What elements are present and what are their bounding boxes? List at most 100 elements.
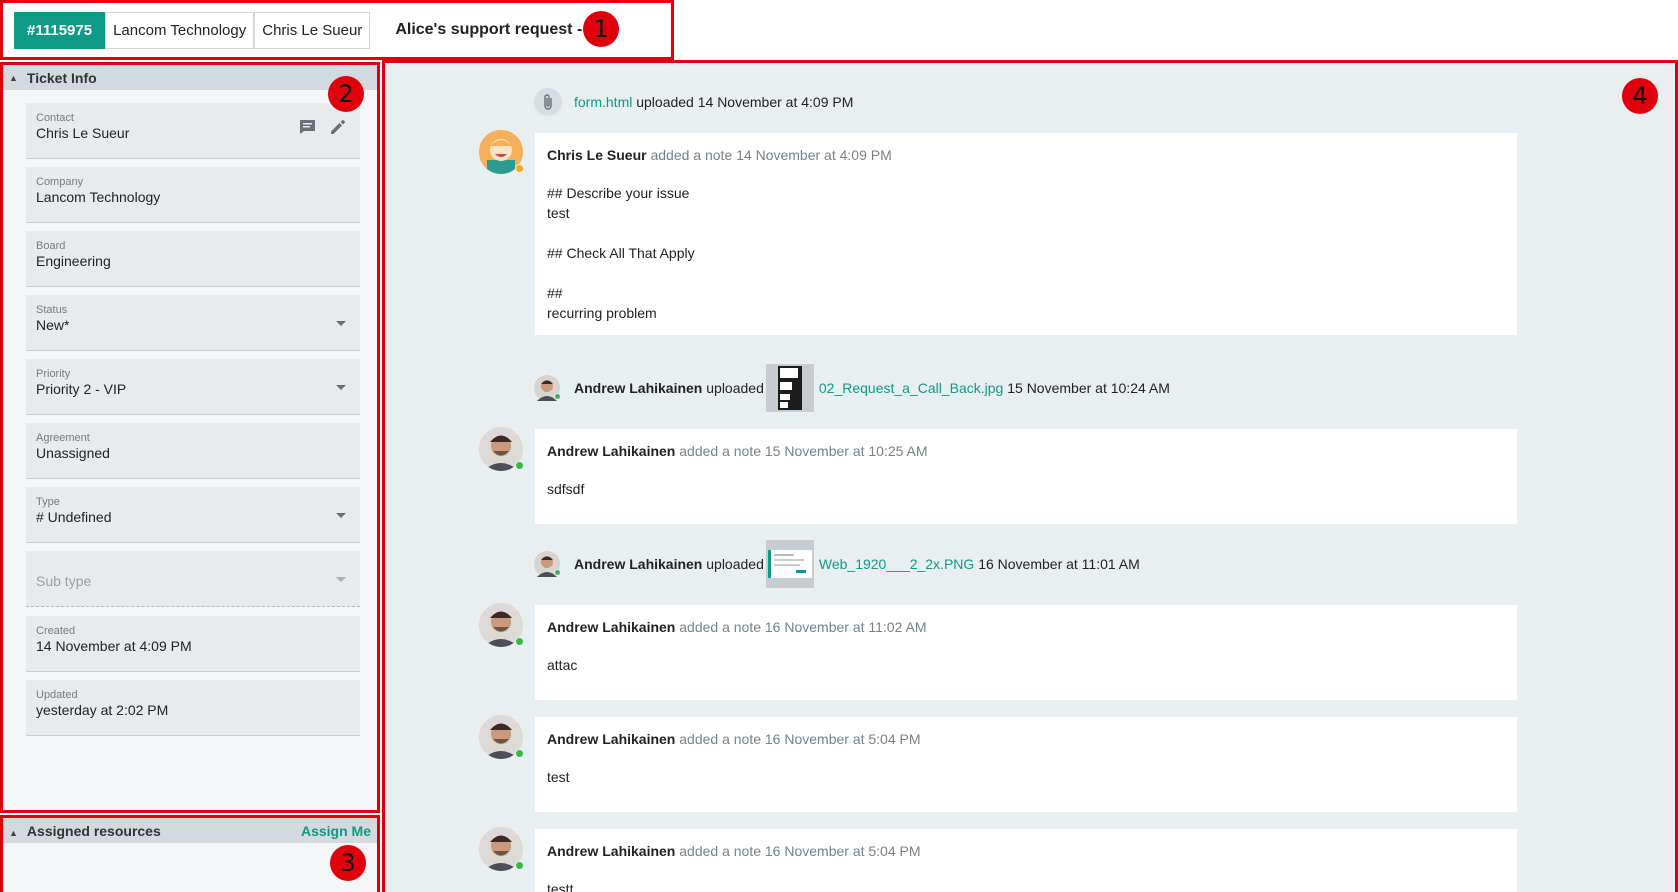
priority-value: Priority 2 - VIP [36, 381, 127, 397]
subtype-placeholder: Sub type [36, 573, 92, 589]
annotation-marker-4: 4 [1622, 78, 1658, 114]
ticket-info-panel: ▲ Ticket Info Contact Chris Le Sueur Com… [0, 62, 380, 813]
status-select[interactable]: Status New* [26, 295, 360, 351]
message-icon[interactable] [299, 119, 316, 140]
note-body: testt [547, 879, 1505, 892]
image-thumbnail[interactable] [765, 364, 814, 412]
note-meta: added a note 16 November at 5:04 PM [679, 843, 921, 859]
dropdown-caret-icon[interactable] [336, 513, 346, 518]
note-author[interactable]: Andrew Lahikainen [547, 731, 675, 747]
assigned-resources-header[interactable]: ▲ Assigned resources Assign Me [3, 818, 377, 843]
note-line: ## Check All That Apply [547, 245, 695, 261]
online-status-dot [515, 861, 524, 870]
note-meta: added a note 15 November at 10:25 AM [679, 443, 928, 459]
edit-pencil-icon[interactable] [330, 119, 346, 140]
away-status-dot [515, 164, 524, 173]
agreement-field[interactable]: Agreement Unassigned [26, 423, 360, 479]
assigned-resources-panel: ▲ Assigned resources Assign Me [0, 815, 380, 892]
file-link[interactable]: Web_1920___2_2x.PNG [819, 556, 974, 572]
note-line: test [547, 205, 570, 221]
avatar[interactable] [534, 551, 561, 577]
breadcrumb-contact[interactable]: Chris Le Sueur [254, 11, 371, 49]
note-meta: added a note 14 November at 4:09 PM [650, 147, 892, 163]
note-meta: added a note 16 November at 5:04 PM [679, 731, 921, 747]
avatar[interactable] [534, 375, 561, 401]
activity-feed[interactable]: form.html uploaded 14 November at 4:09 P… [382, 60, 1678, 892]
avatar[interactable] [479, 427, 524, 471]
image-thumbnail[interactable] [765, 540, 814, 588]
dropdown-caret-icon[interactable] [336, 385, 346, 390]
collapse-triangle-icon[interactable]: ▲ [9, 73, 18, 83]
note-card: Chris Le Sueur added a note 14 November … [535, 133, 1517, 335]
annotation-marker-3: 3 [330, 845, 366, 881]
updated-field: Updated yesterday at 2:02 PM [26, 680, 360, 736]
note-header: Andrew Lahikainen added a note 15 Novemb… [547, 443, 1505, 459]
ticket-info-title: Ticket Info [26, 69, 97, 86]
event-author[interactable]: Andrew Lahikainen [574, 556, 702, 572]
company-value: Lancom Technology [36, 189, 161, 205]
type-select[interactable]: Type # Undefined [26, 487, 360, 543]
board-value: Engineering [36, 253, 111, 269]
breadcrumb: #1115975 Lancom Technology Chris Le Sueu… [14, 11, 371, 49]
created-field: Created 14 November at 4:09 PM [26, 616, 360, 672]
contact-field[interactable]: Contact Chris Le Sueur [26, 103, 360, 159]
event-time: 16 November at 11:01 AM [978, 556, 1140, 572]
ticket-page: #1115975 Lancom Technology Chris Le Sueu… [0, 0, 1678, 892]
note-line: ## Describe your issue [547, 185, 690, 201]
note-line: testt [547, 881, 574, 892]
annotation-marker-2: 2 [328, 76, 364, 112]
contact-actions [299, 119, 346, 140]
online-status-dot [515, 461, 524, 470]
avatar[interactable] [479, 715, 524, 759]
created-label: Created [36, 625, 76, 637]
upload-event: Andrew Lahikainen uploaded Web_1920___2_… [534, 540, 1140, 588]
dropdown-caret-icon[interactable] [336, 577, 346, 582]
ticket-info-header[interactable]: ▲ Ticket Info [3, 65, 377, 90]
subtype-select[interactable]: Sub type [26, 551, 360, 607]
note-card: Andrew Lahikainen added a note 16 Novemb… [535, 717, 1517, 812]
file-link[interactable]: form.html [574, 94, 632, 110]
dropdown-caret-icon[interactable] [336, 321, 346, 326]
priority-select[interactable]: Priority Priority 2 - VIP [26, 359, 360, 415]
avatar[interactable] [479, 827, 524, 871]
note-author[interactable]: Andrew Lahikainen [547, 843, 675, 859]
agreement-value: Unassigned [36, 445, 110, 461]
breadcrumb-company[interactable]: Lancom Technology [105, 11, 255, 49]
updated-label: Updated [36, 689, 78, 701]
note-line [547, 223, 1505, 243]
note-author[interactable]: Andrew Lahikainen [547, 619, 675, 635]
online-status-dot [515, 637, 524, 646]
type-label: Type [36, 496, 60, 508]
note-line: attac [547, 657, 578, 673]
board-label: Board [36, 240, 66, 252]
upload-text: uploaded 14 November at 4:09 PM [636, 94, 854, 110]
board-field[interactable]: Board Engineering [26, 231, 360, 287]
status-label: Status [36, 304, 68, 316]
note-card: Andrew Lahikainen added a note 16 Novemb… [535, 605, 1517, 700]
note-author[interactable]: Andrew Lahikainen [547, 443, 675, 459]
event-time: 15 November at 10:24 AM [1007, 380, 1170, 396]
note-meta: added a note 16 November at 11:02 AM [679, 619, 927, 635]
file-link[interactable]: 02_Request_a_Call_Back.jpg [819, 380, 1003, 396]
ticket-id-badge[interactable]: #1115975 [14, 11, 106, 49]
assign-me-button[interactable]: Assign Me [301, 823, 371, 839]
agreement-label: Agreement [36, 432, 90, 444]
note-line [547, 263, 1505, 283]
company-field[interactable]: Company Lancom Technology [26, 167, 360, 223]
event-author[interactable]: Andrew Lahikainen [574, 380, 702, 396]
note-header: Andrew Lahikainen added a note 16 Novemb… [547, 731, 1505, 747]
note-card: Andrew Lahikainen added a note 16 Novemb… [535, 829, 1517, 892]
note-author[interactable]: Chris Le Sueur [547, 147, 647, 163]
note-header: Chris Le Sueur added a note 14 November … [547, 147, 1505, 163]
note-line: test [547, 769, 570, 785]
note-header: Andrew Lahikainen added a note 16 Novemb… [547, 843, 1505, 859]
note-body: ## Describe your issue test ## Check All… [547, 183, 1505, 323]
avatar[interactable] [479, 130, 524, 174]
avatar[interactable] [479, 603, 524, 647]
note-body: test [547, 767, 1505, 787]
status-value: New* [36, 317, 70, 333]
upload-event: Andrew Lahikainen uploaded 02_Request_a_… [534, 364, 1170, 412]
collapse-triangle-icon[interactable]: ▲ [9, 828, 18, 838]
note-body: attac [547, 655, 1505, 675]
ticket-header: #1115975 Lancom Technology Chris Le Sueu… [0, 0, 674, 60]
